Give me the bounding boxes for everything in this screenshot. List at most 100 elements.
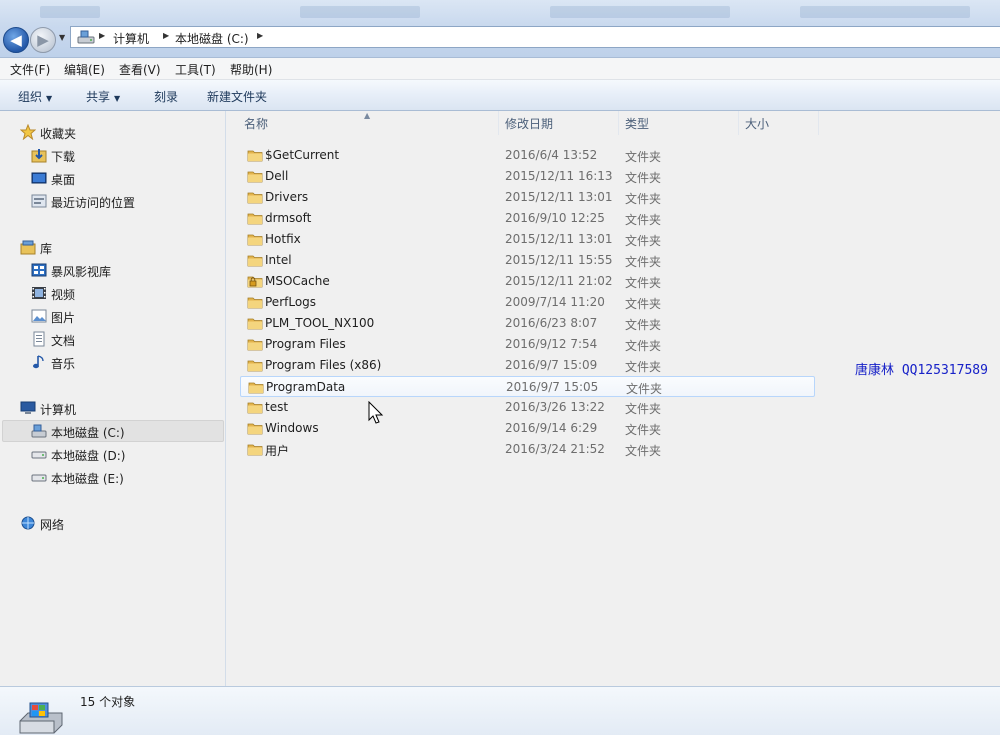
- file-type: 文件夹: [625, 255, 662, 269]
- file-type: 文件夹: [625, 444, 662, 458]
- history-dropdown-icon[interactable]: ▼: [59, 33, 65, 42]
- blurred-toolbar: [550, 6, 730, 18]
- menu-tools[interactable]: 工具(T): [175, 61, 216, 78]
- file-date: 2016/3/24 21:52: [505, 442, 605, 456]
- nav-item-videos[interactable]: 视频: [31, 284, 221, 304]
- back-arrow-icon: ◀: [10, 31, 22, 49]
- document-icon: [33, 331, 45, 347]
- nav-item-desktop[interactable]: 桌面: [31, 169, 221, 189]
- back-button[interactable]: ◀: [3, 27, 29, 53]
- file-type: 文件夹: [625, 234, 662, 248]
- file-row[interactable]: Dell 2015/12/11 16:13 文件夹: [240, 166, 815, 187]
- star-icon: [20, 124, 36, 140]
- folder-icon: [247, 400, 263, 414]
- file-name: $GetCurrent: [265, 148, 340, 162]
- file-type: 文件夹: [625, 360, 662, 374]
- nav-item-music[interactable]: 音乐: [31, 353, 221, 373]
- forward-button[interactable]: ▶: [30, 27, 56, 53]
- file-type: 文件夹: [625, 171, 662, 185]
- film-icon: [32, 287, 46, 299]
- organize-label: 组织: [18, 90, 43, 104]
- file-row[interactable]: $GetCurrent 2016/6/4 13:52 文件夹: [240, 145, 815, 166]
- file-row[interactable]: test 2016/3/26 13:22 文件夹: [240, 397, 815, 418]
- burn-button[interactable]: 刻录: [154, 88, 178, 105]
- file-date: 2015/12/11 16:13: [505, 169, 613, 183]
- blurred-toolbar: [800, 6, 970, 18]
- nav-favorites[interactable]: 收藏夹: [20, 123, 220, 143]
- nav-libraries[interactable]: 库: [20, 238, 220, 258]
- file-name: 用户: [265, 444, 290, 458]
- nav-item-downloads[interactable]: 下载: [31, 146, 221, 166]
- folder-icon: [247, 316, 263, 330]
- chevron-down-icon: ▼: [46, 94, 53, 103]
- menu-view[interactable]: 查看(V): [119, 61, 161, 78]
- nav-item-drive-d[interactable]: 本地磁盘 (D:): [31, 445, 221, 465]
- file-row[interactable]: Drivers 2015/12/11 13:01 文件夹: [240, 187, 815, 208]
- column-type[interactable]: 类型: [619, 111, 739, 135]
- new-folder-button[interactable]: 新建文件夹: [207, 88, 267, 105]
- file-type: 文件夹: [625, 423, 662, 437]
- network-icon: [21, 516, 35, 530]
- file-type: 文件夹: [625, 402, 662, 416]
- file-row[interactable]: Windows 2016/9/14 6:29 文件夹: [240, 418, 815, 439]
- folder-icon: [247, 148, 263, 162]
- menu-help[interactable]: 帮助(H): [230, 61, 272, 78]
- file-row[interactable]: Hotfix 2015/12/11 13:01 文件夹: [240, 229, 815, 250]
- folder-icon: [247, 295, 263, 309]
- column-name[interactable]: 名称: [238, 111, 499, 135]
- drive-icon: [77, 30, 95, 44]
- organize-button[interactable]: 组织 ▼: [18, 88, 52, 105]
- breadcrumb-drive-c[interactable]: 本地磁盘 (C:): [175, 30, 249, 47]
- computer-icon: [20, 401, 36, 414]
- file-row[interactable]: PerfLogs 2009/7/14 11:20 文件夹: [240, 292, 815, 313]
- folder-icon: [247, 169, 263, 183]
- nav-item-baofeng[interactable]: 暴风影视库: [31, 261, 221, 281]
- file-row[interactable]: drmsoft 2016/9/10 12:25 文件夹: [240, 208, 815, 229]
- breadcrumb-computer[interactable]: 计算机: [113, 30, 149, 47]
- picture-icon: [31, 309, 47, 323]
- nav-computer[interactable]: 计算机: [20, 399, 220, 419]
- folder-icon: [248, 380, 264, 394]
- column-size[interactable]: 大小: [739, 111, 819, 135]
- nav-item-drive-c[interactable]: 本地磁盘 (C:): [2, 420, 224, 442]
- nav-item-pictures[interactable]: 图片: [31, 307, 221, 327]
- nav-network[interactable]: 网络: [20, 514, 220, 534]
- large-drive-icon: [19, 702, 63, 734]
- nav-item-recent[interactable]: 最近访问的位置: [31, 192, 221, 212]
- menu-edit[interactable]: 编辑(E): [64, 61, 105, 78]
- file-row[interactable]: PLM_TOOL_NX100 2016/6/23 8:07 文件夹: [240, 313, 815, 334]
- folder-icon: [247, 358, 263, 372]
- menu-file[interactable]: 文件(F): [10, 61, 50, 78]
- file-row[interactable]: Intel 2015/12/11 15:55 文件夹: [240, 250, 815, 271]
- item-count: 15 个对象: [80, 695, 136, 709]
- mouse-cursor-icon: [368, 401, 384, 424]
- address-bar[interactable]: ▶ 计算机 ▶ 本地磁盘 (C:) ▶: [70, 26, 1000, 48]
- folder-icon: [247, 337, 263, 351]
- watermark-text: 唐康林 QQ125317589: [855, 363, 988, 378]
- file-type: 文件夹: [625, 339, 662, 353]
- file-row[interactable]: Program Files (x86) 2016/9/7 15:09 文件夹: [240, 355, 815, 376]
- file-name: test: [265, 400, 289, 414]
- file-date: 2016/9/7 15:09: [505, 358, 598, 372]
- share-button[interactable]: 共享 ▼: [86, 88, 120, 105]
- file-row[interactable]: 用户 2016/3/24 21:52 文件夹: [240, 439, 815, 460]
- folder-icon: [247, 232, 263, 246]
- file-name: Drivers: [265, 190, 309, 204]
- menu-bar: 文件(F) 编辑(E) 查看(V) 工具(T) 帮助(H): [0, 58, 1000, 80]
- folder-icon: [247, 421, 263, 435]
- nav-item-drive-e[interactable]: 本地磁盘 (E:): [31, 468, 221, 488]
- forward-arrow-icon: ▶: [37, 31, 49, 49]
- hard-drive-icon: [31, 474, 47, 482]
- breadcrumb-separator-icon[interactable]: ▶: [163, 31, 169, 40]
- file-row[interactable]: ProgramData 2016/9/7 15:05 文件夹: [240, 376, 815, 397]
- column-date-modified[interactable]: 修改日期: [499, 111, 619, 135]
- breadcrumb-separator-icon[interactable]: ▶: [257, 31, 263, 40]
- file-row[interactable]: Program Files 2016/9/12 7:54 文件夹: [240, 334, 815, 355]
- file-date: 2016/9/14 6:29: [505, 421, 598, 435]
- file-date: 2016/9/7 15:05: [506, 380, 599, 394]
- file-date: 2016/9/10 12:25: [505, 211, 605, 225]
- nav-item-documents[interactable]: 文档: [31, 330, 221, 350]
- file-date: 2016/6/23 8:07: [505, 316, 598, 330]
- file-row[interactable]: MSOCache 2015/12/11 21:02 文件夹: [240, 271, 815, 292]
- breadcrumb-separator-icon[interactable]: ▶: [99, 31, 105, 40]
